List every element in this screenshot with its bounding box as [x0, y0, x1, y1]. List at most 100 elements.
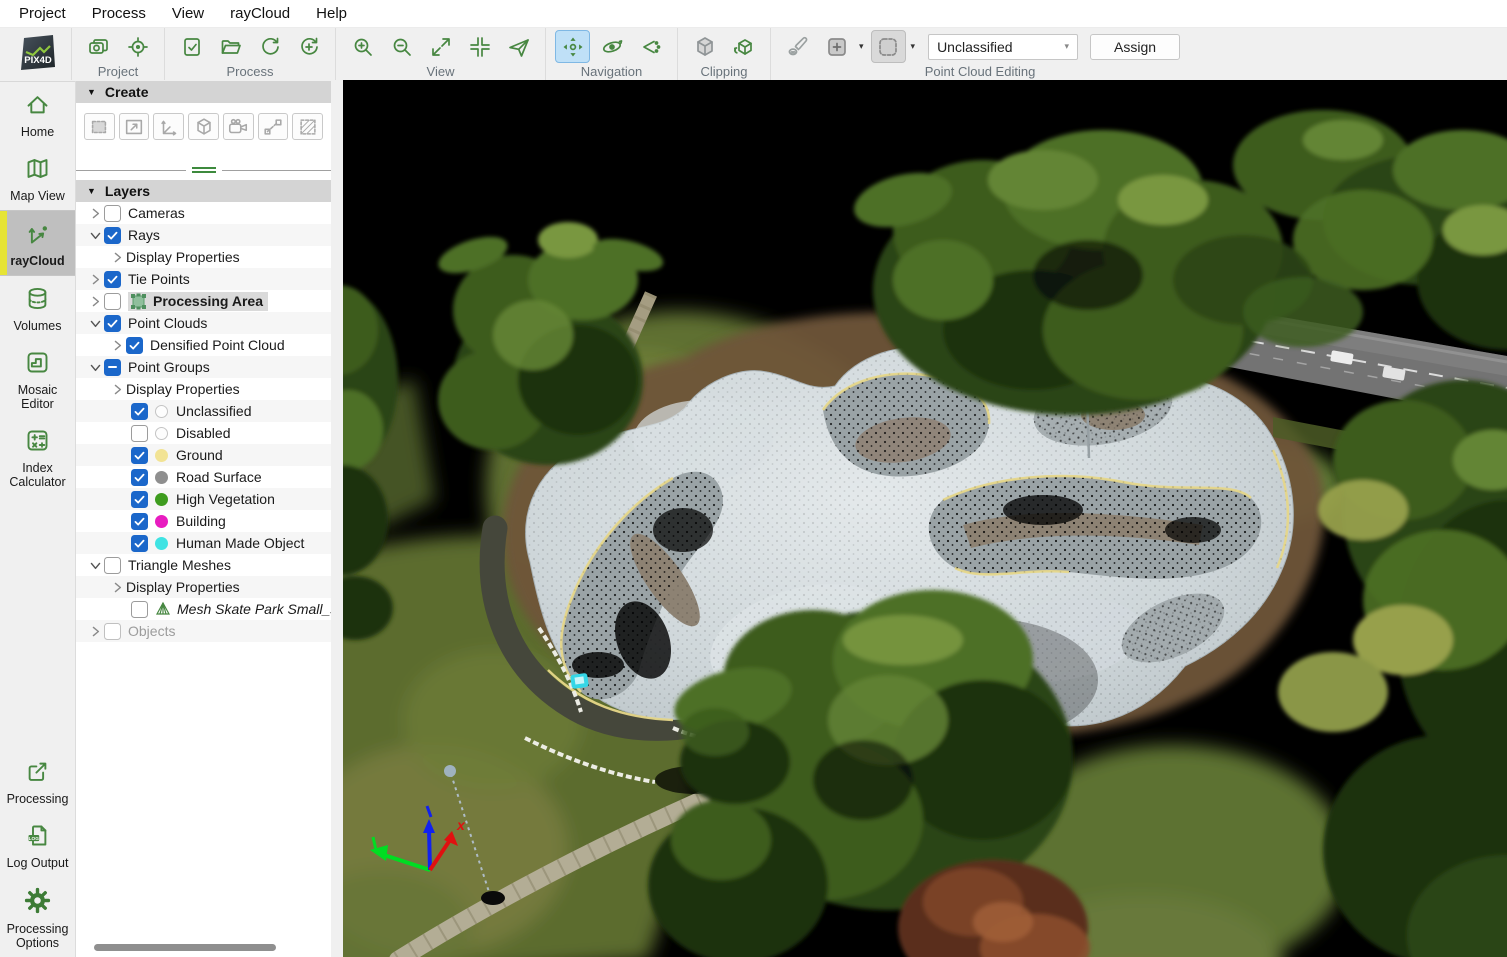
chevron-down-icon[interactable] — [87, 317, 104, 330]
layer-row-high-vegetation[interactable]: High Vegetation — [76, 488, 331, 510]
create-tool-c-surface-button[interactable] — [292, 113, 323, 140]
select-rect-button[interactable] — [871, 30, 906, 63]
chevron-right-icon[interactable] — [87, 273, 104, 286]
visibility-checkbox[interactable] — [131, 425, 148, 442]
visibility-checkbox[interactable] — [126, 337, 143, 354]
pan-button[interactable] — [555, 30, 590, 63]
visibility-checkbox[interactable] — [131, 469, 148, 486]
classification-select[interactable]: Unclassified▾ — [928, 34, 1078, 60]
menu-item-help[interactable]: Help — [303, 1, 360, 26]
sidebar-item-home[interactable]: Home — [0, 82, 75, 146]
visibility-checkbox[interactable] — [131, 535, 148, 552]
orbit-button[interactable] — [594, 30, 629, 63]
chevron-down-icon[interactable] — [87, 361, 104, 374]
sidebar-item-log-output[interactable]: LOGLog Output — [0, 813, 75, 877]
sidebar-item-volumes[interactable]: Volumes — [0, 276, 75, 340]
layer-row-mesh-skate-park-small-s[interactable]: Mesh Skate Park Small_s — [76, 598, 331, 620]
sidebar-item-index-calculator[interactable]: Index Calculator — [0, 418, 75, 496]
select-plus-dropdown-arrow-icon[interactable]: ▾ — [858, 41, 867, 52]
layer-row-rays[interactable]: Rays — [76, 224, 331, 246]
menu-item-project[interactable]: Project — [6, 1, 79, 26]
sidebar-item-raycloud[interactable]: rayCloud — [0, 210, 75, 276]
visibility-checkbox[interactable] — [131, 403, 148, 420]
look-button[interactable] — [633, 30, 668, 63]
layer-row-display-properties[interactable]: Display Properties — [76, 576, 331, 598]
visibility-checkbox[interactable] — [131, 491, 148, 508]
visibility-checkbox[interactable] — [104, 557, 121, 574]
scrollbar-thumb[interactable] — [94, 944, 276, 951]
menu-item-raycloud[interactable]: rayCloud — [217, 1, 303, 26]
sidebar-item-processing[interactable]: Processing — [0, 749, 75, 813]
visibility-checkbox[interactable] — [104, 293, 121, 310]
visibility-checkbox[interactable] — [131, 601, 148, 618]
chevron-down-icon[interactable] — [87, 559, 104, 572]
panel-splitter[interactable] — [76, 164, 331, 176]
layer-row-point-clouds[interactable]: Point Clouds — [76, 312, 331, 334]
layer-row-human-made-object[interactable]: Human Made Object — [76, 532, 331, 554]
visibility-checkbox[interactable] — [131, 447, 148, 464]
sidebar-item-processing-options[interactable]: Processing Options — [0, 877, 75, 957]
chevron-right-icon[interactable] — [87, 625, 104, 638]
create-tool-c-cube-button[interactable] — [188, 113, 219, 140]
layer-row-display-properties[interactable]: Display Properties — [76, 378, 331, 400]
horizontal-scrollbar[interactable] — [76, 939, 331, 957]
layer-row-tie-points[interactable]: Tie Points — [76, 268, 331, 290]
layer-row-objects[interactable]: Objects — [76, 620, 331, 642]
layer-row-unclassified[interactable]: Unclassified — [76, 400, 331, 422]
visibility-checkbox[interactable] — [131, 513, 148, 530]
visibility-checkbox[interactable] — [104, 271, 121, 288]
visibility-checkbox[interactable] — [104, 623, 121, 640]
gcp-marker[interactable] — [570, 673, 589, 689]
layer-row-ground[interactable]: Ground — [76, 444, 331, 466]
create-tool-c-axes-button[interactable] — [153, 113, 184, 140]
layer-row-disabled[interactable]: Disabled — [76, 422, 331, 444]
chevron-right-icon[interactable] — [87, 207, 104, 220]
viewport-3d[interactable]: x — [343, 80, 1507, 957]
chevron-right-icon[interactable] — [109, 581, 126, 594]
chevron-right-icon[interactable] — [87, 295, 104, 308]
layer-row-point-groups[interactable]: Point Groups — [76, 356, 331, 378]
chevron-right-icon[interactable] — [109, 383, 126, 396]
focus-button[interactable] — [462, 30, 497, 63]
sidebar-item-mosaic-editor[interactable]: Mosaic Editor — [0, 340, 75, 418]
chevron-right-icon[interactable] — [109, 339, 126, 352]
project-images-button[interactable] — [81, 30, 116, 63]
fly-button[interactable] — [501, 30, 536, 63]
create-tool-c-scale-button[interactable] — [119, 113, 150, 140]
menu-item-process[interactable]: Process — [79, 1, 159, 26]
sidebar-item-map-view[interactable]: Map View — [0, 146, 75, 210]
zoom-in-button[interactable] — [345, 30, 380, 63]
clip-edit-button[interactable] — [726, 30, 761, 63]
create-tool-c-select-button[interactable] — [84, 113, 115, 140]
create-panel-header[interactable]: ▼ Create — [76, 81, 331, 103]
visibility-checkbox[interactable] — [104, 315, 121, 332]
process-check-button[interactable] — [174, 30, 209, 63]
create-tool-c-camera-button[interactable] — [223, 113, 254, 140]
create-tool-c-polyline-button[interactable] — [258, 113, 289, 140]
layer-row-display-properties[interactable]: Display Properties — [76, 246, 331, 268]
select-rect-dropdown-arrow-icon[interactable]: ▾ — [910, 41, 919, 52]
assign-button[interactable]: Assign — [1090, 34, 1180, 60]
reoptimize-button[interactable] — [291, 30, 326, 63]
menu-item-view[interactable]: View — [159, 1, 217, 26]
layer-row-road-surface[interactable]: Road Surface — [76, 466, 331, 488]
select-plus-button[interactable] — [819, 30, 854, 63]
expand-button[interactable] — [423, 30, 458, 63]
visibility-checkbox[interactable] — [104, 359, 121, 376]
visibility-checkbox[interactable] — [104, 205, 121, 222]
layer-row-triangle-meshes[interactable]: Triangle Meshes — [76, 554, 331, 576]
layer-row-building[interactable]: Building — [76, 510, 331, 532]
layers-panel-header[interactable]: ▼ Layers — [76, 180, 331, 202]
chevron-right-icon[interactable] — [109, 251, 126, 264]
gcp-target-button[interactable] — [120, 30, 155, 63]
clip-box-button[interactable] — [687, 30, 722, 63]
visibility-checkbox[interactable] — [104, 227, 121, 244]
layer-row-processing-area[interactable]: Processing Area — [76, 290, 331, 312]
edit-brush-button[interactable] — [780, 30, 815, 63]
open-results-button[interactable] — [213, 30, 248, 63]
layer-row-cameras[interactable]: Cameras — [76, 202, 331, 224]
chevron-down-icon[interactable] — [87, 229, 104, 242]
reprocess-button[interactable] — [252, 30, 287, 63]
zoom-out-button[interactable] — [384, 30, 419, 63]
layer-row-densified-point-cloud[interactable]: Densified Point Cloud — [76, 334, 331, 356]
